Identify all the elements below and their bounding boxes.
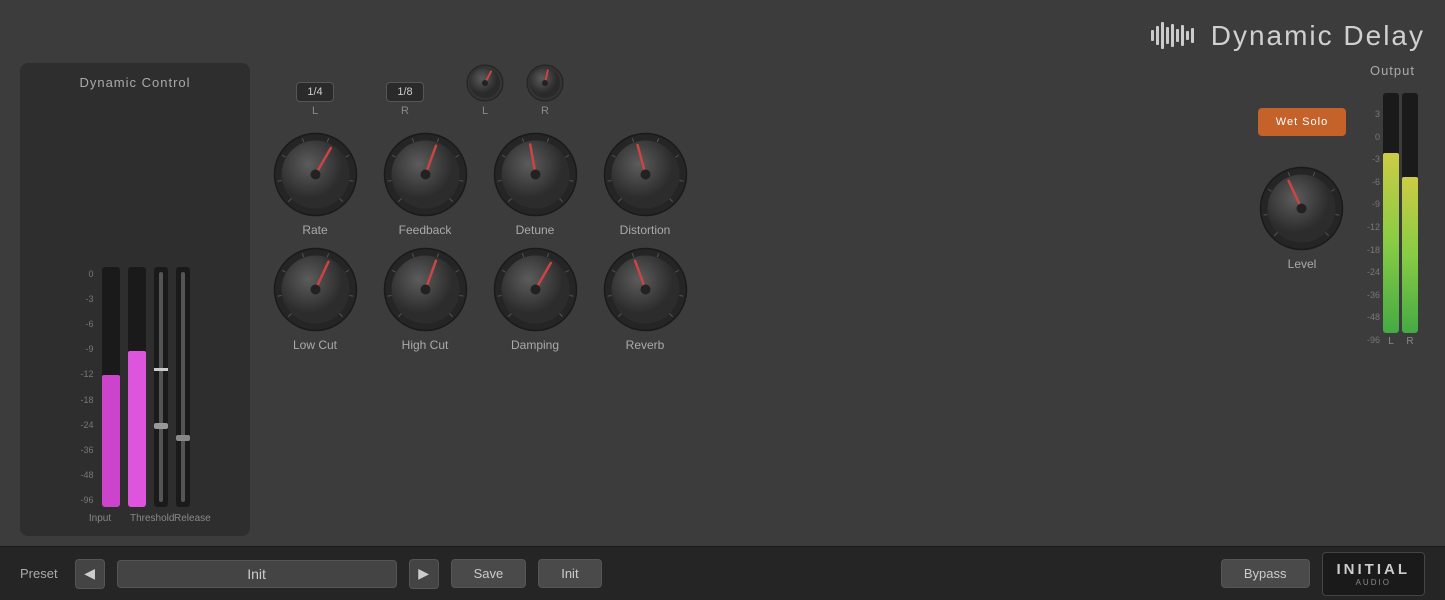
meter-scale: 0 -3 -6 -9 -12 -18 -24 -36 -48 -96	[80, 267, 93, 507]
highcut-knob-label: High Cut	[402, 338, 449, 352]
next-preset-button[interactable]: ▶	[409, 559, 439, 589]
detune-knob-label: Detune	[516, 223, 555, 237]
plugin-title: Dynamic Delay	[1149, 18, 1425, 53]
input-meter-2-fill	[128, 351, 146, 507]
wet-solo-level: Wet Solo	[1252, 93, 1352, 271]
reverb-knob[interactable]	[603, 247, 688, 332]
output-meter-right	[1402, 93, 1418, 333]
preset-label: Preset	[20, 566, 58, 581]
dynamic-control-title: Dynamic Control	[79, 75, 190, 90]
input-label: Input	[82, 513, 118, 524]
output-meters: 3 0 -3 -6 -9 -12 -18 -24 -36 -48 -96	[1367, 93, 1418, 347]
brand-name: INITIAL	[1337, 561, 1411, 578]
timing-left-button[interactable]: 1/4	[296, 82, 333, 102]
release-handle	[176, 435, 190, 441]
lowcut-knob-label: Low Cut	[293, 338, 337, 352]
output-content: Wet Solo	[1252, 93, 1418, 347]
level-knob-group: Level	[1252, 166, 1352, 271]
timing-right-label: R	[401, 105, 409, 117]
init-button[interactable]: Init	[538, 559, 601, 588]
threshold-label: Threshold	[130, 513, 166, 524]
timing-right-group: 1/8 R	[360, 82, 450, 117]
lowcut-knob[interactable]	[273, 247, 358, 332]
output-meter-right-fill	[1402, 177, 1418, 333]
title-text: Dynamic Delay	[1211, 20, 1425, 52]
mini-knob-left-label: L	[482, 105, 488, 117]
highcut-knob[interactable]	[383, 247, 468, 332]
distortion-knob[interactable]	[603, 132, 688, 217]
right-panel: Output Wet Solo	[1245, 63, 1425, 536]
header-row: Dynamic Delay	[20, 18, 1425, 53]
rate-knob-group: Rate	[265, 132, 365, 237]
controls-area: 1/4 L 1/8 R	[265, 63, 1230, 536]
mini-knob-right-group: R	[525, 63, 565, 117]
feedback-knob-label: Feedback	[399, 223, 452, 237]
output-title: Output	[1370, 63, 1425, 78]
output-meter-left-group: L	[1383, 93, 1399, 347]
output-left-label: L	[1388, 336, 1394, 347]
threshold-track	[159, 272, 163, 502]
threshold-marker	[154, 368, 168, 371]
timing-mini-row: 1/4 L 1/8 R	[265, 63, 1230, 117]
timing-right-button[interactable]: 1/8	[386, 82, 423, 102]
brand-sub: AUDIO	[1356, 578, 1391, 587]
output-header: Output	[1245, 63, 1425, 78]
release-label: Release	[174, 513, 188, 524]
level-knob-label: Level	[1288, 257, 1317, 271]
output-meter-right-group: R	[1402, 93, 1418, 347]
wet-solo-button[interactable]: Wet Solo	[1258, 108, 1346, 136]
knobs-row-1: Rate	[265, 132, 1230, 237]
output-right-label: R	[1406, 336, 1413, 347]
bypass-button[interactable]: Bypass	[1221, 559, 1310, 588]
meter-labels-row: Input Threshold Release	[82, 513, 188, 524]
highcut-knob-group: High Cut	[375, 247, 475, 352]
output-scale: 3 0 -3 -6 -9 -12 -18 -24 -36 -48 -96	[1367, 107, 1380, 347]
output-meter-left-fill	[1383, 153, 1399, 333]
feedback-knob-group: Feedback	[375, 132, 475, 237]
brand-logo: INITIAL AUDIO	[1322, 552, 1426, 596]
damping-knob-group: Damping	[485, 247, 585, 352]
release-track	[181, 272, 185, 502]
lowcut-knob-group: Low Cut	[265, 247, 365, 352]
plugin-area: Dynamic Delay Dynamic Control 0 -3 -6 -9…	[0, 0, 1445, 546]
prev-preset-button[interactable]: ◀	[75, 559, 105, 589]
detune-knob-group: Detune	[485, 132, 585, 237]
input-meter-2	[128, 267, 146, 507]
mini-knob-left-group: L	[465, 63, 505, 117]
input-meter-1	[102, 267, 120, 507]
knobs-row-2: Low Cut	[265, 247, 1230, 352]
timing-left-group: 1/4 L	[270, 82, 360, 117]
preset-name-input[interactable]	[117, 560, 397, 588]
main-container: Dynamic Delay Dynamic Control 0 -3 -6 -9…	[0, 0, 1445, 600]
bottom-bar: Preset ◀ ▶ Save Init Bypass INITIAL AUDI…	[0, 546, 1445, 600]
damping-knob[interactable]	[493, 247, 578, 332]
reverb-knob-label: Reverb	[626, 338, 665, 352]
waveform-icon	[1149, 18, 1199, 53]
detune-knob[interactable]	[493, 132, 578, 217]
input-meter-1-fill	[102, 375, 120, 507]
damping-knob-label: Damping	[511, 338, 559, 352]
mini-knobs-area: L	[465, 63, 565, 117]
level-knob[interactable]	[1259, 166, 1344, 251]
threshold-handle	[154, 423, 168, 429]
release-slider[interactable]	[176, 267, 190, 507]
meters-area: 0 -3 -6 -9 -12 -18 -24 -36 -48 -96	[35, 100, 235, 507]
feedback-knob[interactable]	[383, 132, 468, 217]
output-meter-left	[1383, 93, 1399, 333]
distortion-knob-label: Distortion	[620, 223, 671, 237]
save-button[interactable]: Save	[451, 559, 527, 588]
timing-left-label: L	[312, 105, 318, 117]
threshold-slider[interactable]	[154, 267, 168, 507]
distortion-knob-group: Distortion	[595, 132, 695, 237]
content-row: Dynamic Control 0 -3 -6 -9 -12 -18 -24 -…	[20, 63, 1425, 536]
dynamic-control-panel: Dynamic Control 0 -3 -6 -9 -12 -18 -24 -…	[20, 63, 250, 536]
reverb-knob-group: Reverb	[595, 247, 695, 352]
mini-knob-left[interactable]	[465, 63, 505, 103]
wet-solo-area: Wet Solo	[1258, 108, 1346, 136]
rate-knob-label: Rate	[302, 223, 327, 237]
mini-knob-right[interactable]	[525, 63, 565, 103]
rate-knob[interactable]	[273, 132, 358, 217]
mini-knob-right-label: R	[541, 105, 549, 117]
